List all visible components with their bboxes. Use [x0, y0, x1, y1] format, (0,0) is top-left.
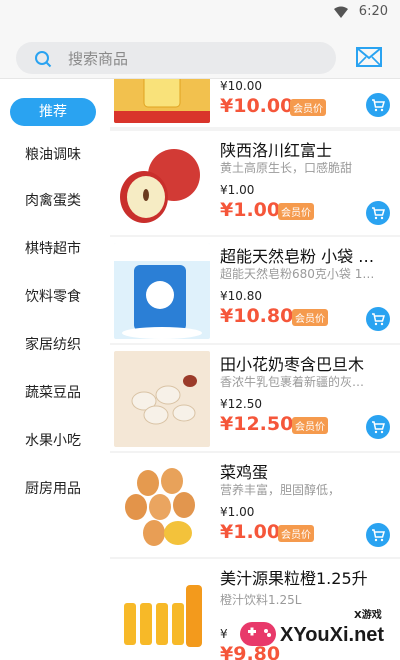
category-sidebar: 推荐 粮油调味 肉禽蛋类 棋特超市 饮料零食 家居纺织 蔬菜豆品 水果小吃 厨房…: [0, 79, 108, 660]
gamepad-icon: [240, 622, 276, 646]
category-recommend[interactable]: 推荐: [10, 98, 96, 126]
product-description: 超能天然皂粉680克小袋 1…: [220, 267, 375, 281]
product-name: 超能天然皂粉 小袋 …: [220, 247, 375, 266]
watermark-text: XYouXi.net: [280, 624, 385, 646]
add-to-cart-button[interactable]: [366, 201, 390, 225]
member-price-badge: 会员价: [278, 525, 314, 542]
search-placeholder: 搜索商品: [68, 50, 129, 68]
product-description: 营养丰富，胆固醇低，: [220, 483, 341, 497]
category-fruit-snacks[interactable]: 水果小吃: [10, 427, 96, 455]
add-to-cart-button[interactable]: [366, 523, 390, 547]
product-description: 黄土高原生长，口感脆甜: [220, 161, 353, 175]
search-input[interactable]: 搜索商品: [16, 42, 336, 74]
category-meat-eggs[interactable]: 肉禽蛋类: [10, 187, 96, 215]
cart-icon: [372, 313, 385, 326]
original-price: ¥1.00: [220, 183, 255, 197]
member-price-badge: 会员价: [292, 309, 328, 326]
product-image-milk-dates: [114, 351, 210, 447]
member-price-badge: 会员价: [290, 99, 326, 116]
search-icon: [35, 51, 52, 68]
member-price-badge: 会员价: [292, 417, 328, 434]
product-image-soap-powder: [114, 243, 210, 339]
category-drinks-snacks[interactable]: 饮料零食: [10, 283, 96, 311]
original-price: ¥10.00: [220, 79, 262, 93]
product-name: 美汁源果粒橙1.25升: [220, 569, 368, 588]
watermark-logo: X游戏 XYouXi.net: [236, 604, 400, 660]
product-card[interactable]: 田小花奶枣含巴旦木 香浓牛乳包裹着新疆的灰… ¥12.50 ¥12.50 会员价: [110, 345, 400, 451]
member-price: ¥10.00: [220, 95, 294, 117]
watermark-small-text: X游戏: [354, 610, 382, 621]
category-qite-market[interactable]: 棋特超市: [10, 235, 96, 263]
search-bar-area: 搜索商品: [0, 26, 400, 78]
product-card[interactable]: 陕西洛川红富士 黄土高原生长，口感脆甜 ¥1.00 ¥1.00 会员价: [110, 131, 400, 235]
category-kitchen[interactable]: 厨房用品: [10, 475, 96, 503]
member-price-badge: 会员价: [278, 203, 314, 220]
add-to-cart-button[interactable]: [366, 93, 390, 117]
product-description: 香浓牛乳包裹着新疆的灰…: [220, 375, 365, 389]
product-card[interactable]: 超能天然皂粉 小袋 … 超能天然皂粉680克小袋 1… ¥10.80 ¥10.8…: [110, 237, 400, 343]
category-grain-oil[interactable]: 粮油调味: [10, 141, 96, 169]
product-card[interactable]: 菜鸡蛋 营养丰富，胆固醇低， ¥1.00 ¥1.00 会员价: [110, 453, 400, 557]
cart-icon: [372, 529, 385, 542]
cart-icon: [372, 207, 385, 220]
mail-icon[interactable]: [356, 46, 382, 68]
cart-icon: [372, 421, 385, 434]
member-price: ¥12.50: [220, 413, 294, 435]
product-list[interactable]: ¥10.00 ¥10.00 会员价 陕西洛川红富士 黄土高原生长，口感脆甜 ¥1…: [110, 79, 400, 660]
original-price: ¥1.00: [220, 505, 255, 519]
product-image-oil: [114, 79, 210, 123]
member-price: ¥1.00: [220, 521, 281, 543]
status-bar: 6:20: [0, 0, 400, 26]
product-image-apple: [114, 137, 210, 233]
original-price: ¥: [220, 627, 228, 641]
product-card[interactable]: ¥10.00 ¥10.00 会员价: [110, 79, 400, 127]
product-name: 陕西洛川红富士: [220, 141, 333, 160]
status-time: 6:20: [358, 4, 388, 19]
add-to-cart-button[interactable]: [366, 415, 390, 439]
original-price: ¥12.50: [220, 397, 262, 411]
wifi-icon: [334, 6, 348, 18]
member-price: ¥10.80: [220, 305, 294, 327]
category-home-textile[interactable]: 家居纺织: [10, 331, 96, 359]
add-to-cart-button[interactable]: [366, 307, 390, 331]
product-image-orange-juice: [114, 565, 210, 660]
product-name: 田小花奶枣含巴旦木: [220, 355, 365, 374]
cart-icon: [372, 99, 385, 112]
member-price: ¥1.00: [220, 199, 281, 221]
product-image-eggs: [114, 459, 210, 555]
original-price: ¥10.80: [220, 289, 262, 303]
product-name: 菜鸡蛋: [220, 463, 269, 482]
category-vegetables[interactable]: 蔬菜豆品: [10, 379, 96, 407]
